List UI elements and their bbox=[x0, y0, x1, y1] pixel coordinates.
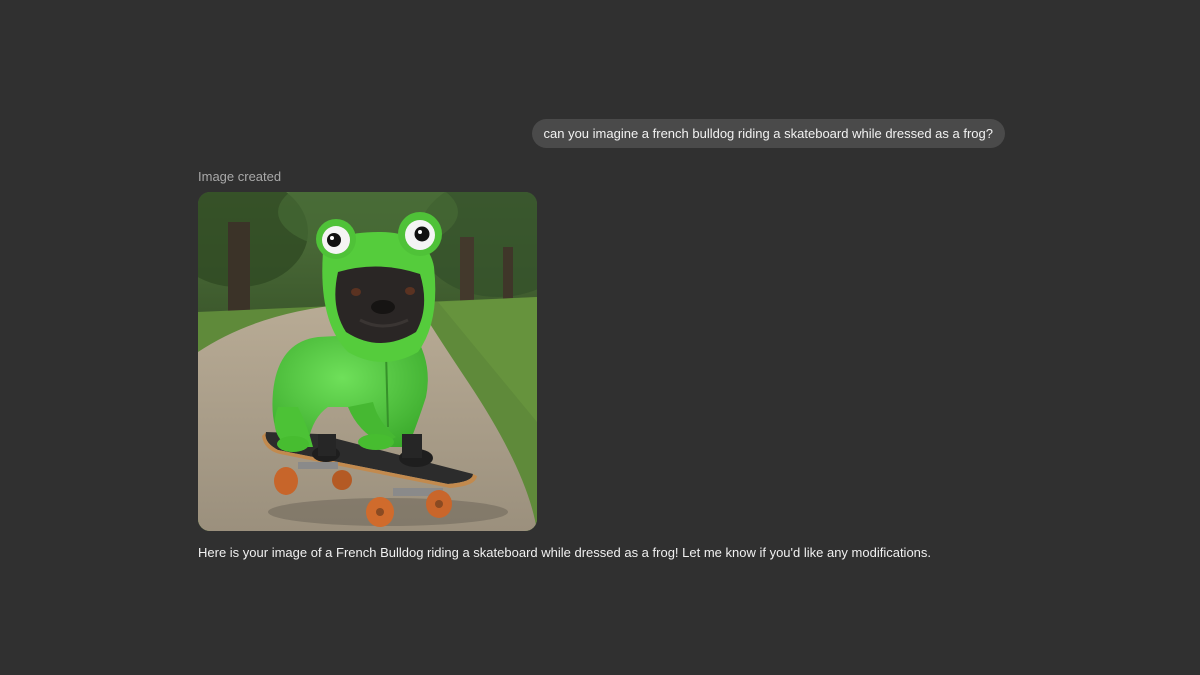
user-message-bubble: can you imagine a french bulldog riding … bbox=[531, 119, 1005, 148]
user-message-text: can you imagine a french bulldog riding … bbox=[543, 126, 994, 141]
image-created-label: Image created bbox=[198, 169, 282, 184]
assistant-reply-text: Here is your image of a French Bulldog r… bbox=[198, 545, 932, 560]
generated-image[interactable] bbox=[198, 192, 537, 531]
bulldog-frog-skateboard-illustration bbox=[198, 192, 537, 531]
